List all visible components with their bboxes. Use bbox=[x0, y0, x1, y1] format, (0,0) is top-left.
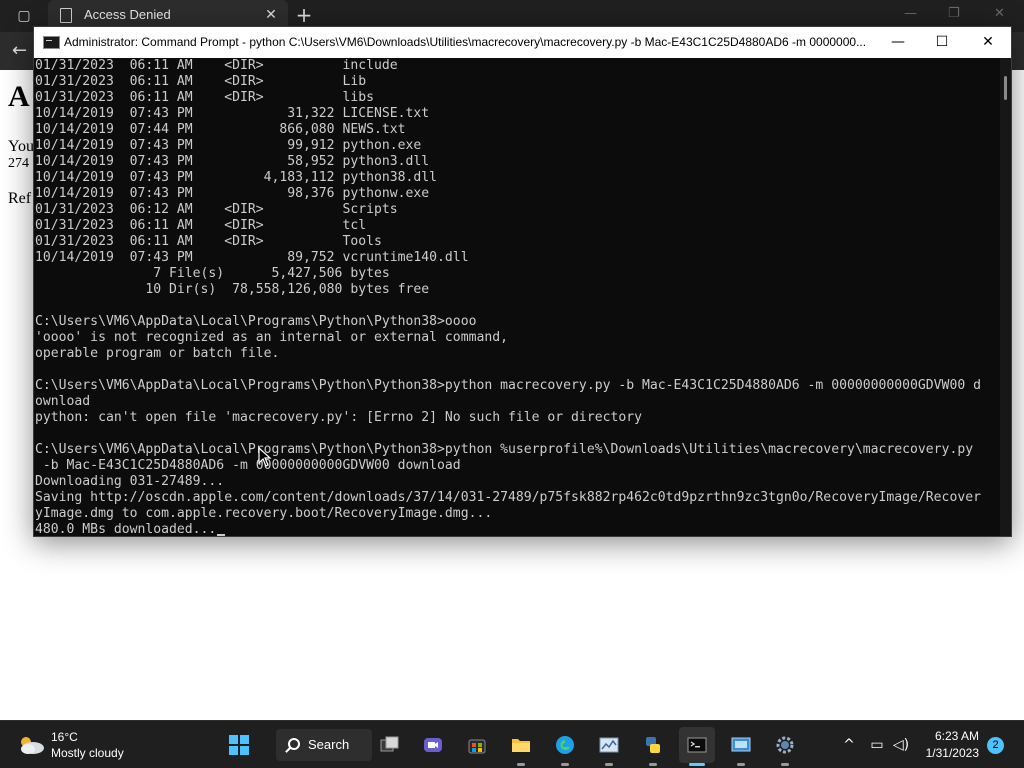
python-app-button[interactable] bbox=[635, 727, 671, 766]
volume-icon[interactable]: ◁) bbox=[891, 735, 911, 755]
terminal-line: yImage.dmg to com.apple.recovery.boot/Re… bbox=[35, 506, 493, 521]
gear-icon bbox=[776, 736, 794, 754]
python-icon bbox=[646, 737, 660, 753]
command-prompt-window[interactable]: Administrator: Command Prompt - python C… bbox=[33, 26, 1012, 537]
terminal-line: 01/31/2023 06:12 AM <DIR> Scripts bbox=[35, 202, 398, 217]
weather-condition[interactable]: Mostly cloudy bbox=[51, 746, 124, 760]
scrollbar[interactable] bbox=[1000, 58, 1011, 536]
teams-chat-button[interactable] bbox=[415, 727, 451, 763]
browser-restore-icon[interactable]: ❐ bbox=[948, 6, 960, 21]
tab-actions-icon[interactable]: ▢ bbox=[8, 5, 40, 27]
cmd-title-bar[interactable]: Administrator: Command Prompt - python C… bbox=[34, 27, 1011, 58]
taskbar: 16°C Mostly cloudy Search ^ ▭ ◁) 6:23 AM… bbox=[0, 720, 1024, 768]
edge-browser-button[interactable] bbox=[547, 727, 583, 766]
page-text: 274 bbox=[8, 156, 29, 171]
search-label: Search bbox=[308, 737, 350, 752]
cloud-sun-icon[interactable] bbox=[16, 735, 46, 755]
browser-close-icon[interactable]: ✕ bbox=[994, 6, 1005, 21]
terminal-line: 01/31/2023 06:11 AM <DIR> tcl bbox=[35, 218, 367, 233]
maximize-button[interactable]: ☐ bbox=[919, 27, 965, 58]
terminal-line: ownload bbox=[35, 394, 91, 409]
command-prompt-taskbar-button[interactable] bbox=[679, 727, 715, 766]
terminal-line: -b Mac-E43C1C25D4880AD6 -m 00000000000GD… bbox=[35, 458, 461, 473]
search-button[interactable]: Search bbox=[276, 729, 372, 761]
video-chat-icon bbox=[424, 738, 442, 752]
terminal-line: Downloading 031-27489... bbox=[35, 474, 225, 489]
tab-close-icon[interactable]: ✕ bbox=[262, 6, 280, 24]
new-tab-button[interactable]: + bbox=[292, 4, 316, 28]
terminal-line: 480.0 MBs downloaded... bbox=[35, 522, 1000, 536]
clock-time[interactable]: 6:23 AM bbox=[915, 729, 979, 743]
file-explorer-button[interactable] bbox=[503, 727, 539, 766]
terminal-line: 7 File(s) 5,427,506 bytes bbox=[35, 266, 390, 281]
terminal-line: 01/31/2023 06:11 AM <DIR> include bbox=[35, 58, 398, 73]
notification-badge[interactable]: 2 bbox=[987, 737, 1004, 754]
terminal-line: 10/14/2019 07:43 PM 4,183,112 python38.d… bbox=[35, 170, 438, 185]
terminal-line: 01/31/2023 06:11 AM <DIR> Lib bbox=[35, 74, 367, 89]
page-icon bbox=[60, 8, 72, 23]
chevron-up-icon[interactable]: ^ bbox=[839, 735, 859, 755]
remote-desktop-icon bbox=[731, 737, 751, 752]
terminal-line: C:\Users\VM6\AppData\Local\Programs\Pyth… bbox=[35, 378, 981, 393]
app-button[interactable] bbox=[591, 727, 627, 766]
remote-desktop-button[interactable] bbox=[723, 727, 759, 766]
task-view-button[interactable] bbox=[372, 727, 408, 763]
terminal-line: 01/31/2023 06:11 AM <DIR> Tools bbox=[35, 234, 382, 249]
page-text: You bbox=[8, 138, 34, 155]
tab-title: Access Denied bbox=[84, 7, 171, 22]
settings-button[interactable] bbox=[767, 727, 803, 766]
terminal-icon bbox=[43, 36, 60, 49]
task-view-icon bbox=[380, 736, 399, 752]
page-text: Ref bbox=[8, 190, 32, 207]
folder-icon bbox=[512, 739, 530, 752]
terminal-line: 10/14/2019 07:43 PM 31,322 LICENSE.txt bbox=[35, 106, 430, 121]
start-button[interactable] bbox=[221, 727, 257, 763]
terminal-line: 10/14/2019 07:43 PM 89,752 vcruntime140.… bbox=[35, 250, 469, 265]
search-icon bbox=[288, 738, 300, 750]
close-button[interactable]: ✕ bbox=[965, 27, 1011, 58]
cmd-window-title: Administrator: Command Prompt - python C… bbox=[64, 35, 867, 49]
page-heading: A bbox=[8, 80, 30, 113]
terminal-line: 'oooo' is not recognized as an internal … bbox=[35, 330, 508, 345]
cmd-output[interactable]: 01/31/2023 06:11 AM <DIR> include 01/31/2… bbox=[34, 58, 1000, 536]
terminal-line: 10/14/2019 07:44 PM 866,080 NEWS.txt bbox=[35, 122, 406, 137]
terminal-line: C:\Users\VM6\AppData\Local\Programs\Pyth… bbox=[35, 314, 477, 329]
windows-logo-icon bbox=[229, 735, 249, 755]
store-icon bbox=[468, 739, 486, 754]
terminal-line: 10/14/2019 07:43 PM 99,912 python.exe bbox=[35, 138, 422, 153]
terminal-icon bbox=[687, 737, 707, 753]
clock-date[interactable]: 1/31/2023 bbox=[915, 746, 979, 760]
microsoft-store-button[interactable] bbox=[459, 727, 495, 763]
terminal-line: 10/14/2019 07:43 PM 98,376 pythonw.exe bbox=[35, 186, 430, 201]
edge-icon bbox=[556, 736, 574, 754]
terminal-line: 10/14/2019 07:43 PM 58,952 python3.dll bbox=[35, 154, 430, 169]
terminal-line: 01/31/2023 06:11 AM <DIR> libs bbox=[35, 90, 374, 105]
terminal-line: python: can't open file 'macrecovery.py'… bbox=[35, 410, 642, 425]
terminal-line: operable program or batch file. bbox=[35, 346, 280, 361]
chart-app-icon bbox=[599, 737, 619, 753]
mouse-pointer-icon bbox=[258, 447, 272, 467]
terminal-line: C:\Users\VM6\AppData\Local\Programs\Pyth… bbox=[35, 442, 974, 457]
terminal-line: 10 Dir(s) 78,558,126,080 bytes free bbox=[35, 282, 430, 297]
terminal-line: Saving http://oscdn.apple.com/content/do… bbox=[35, 490, 981, 505]
network-icon[interactable]: ▭ bbox=[867, 735, 887, 755]
browser-minimize-icon[interactable]: — bbox=[904, 6, 917, 21]
scrollbar-thumb[interactable] bbox=[1004, 76, 1007, 100]
weather-temperature[interactable]: 16°C bbox=[51, 730, 78, 744]
minimize-button[interactable]: — bbox=[875, 27, 921, 58]
